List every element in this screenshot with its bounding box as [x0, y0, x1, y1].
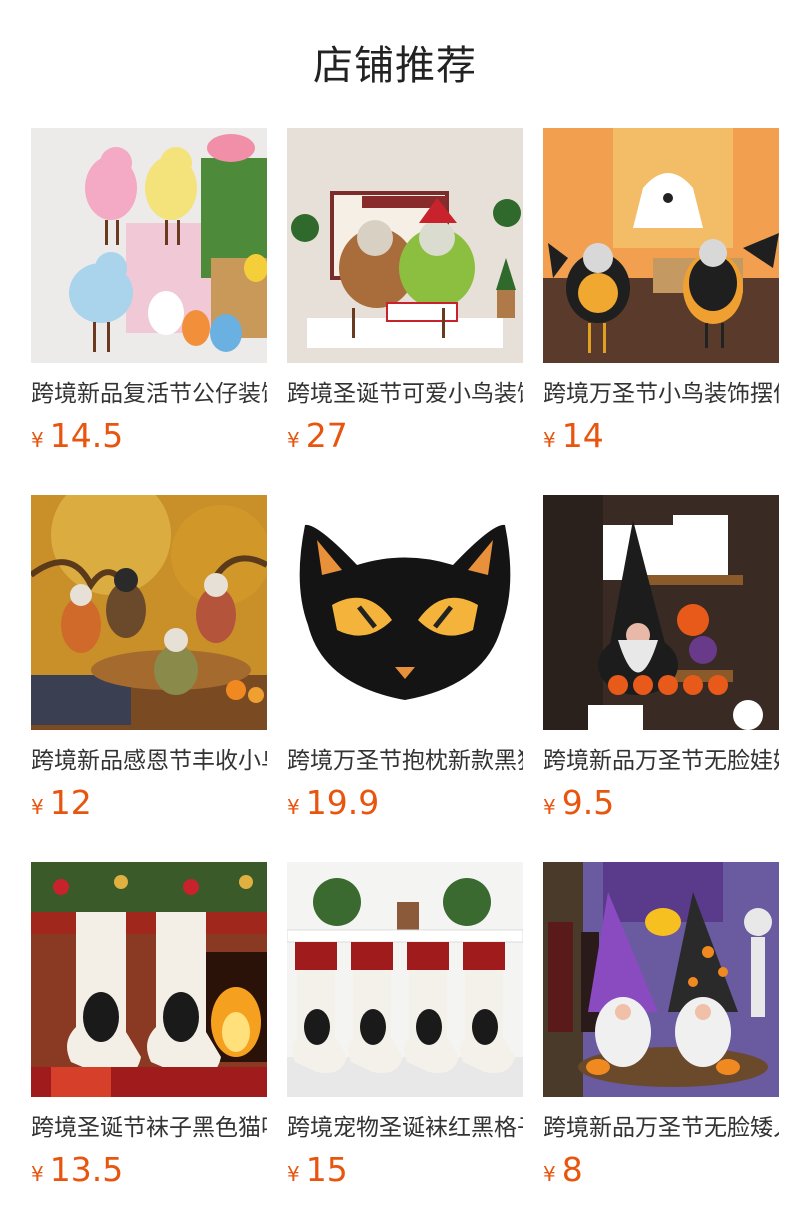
currency-symbol: ¥ [543, 1162, 556, 1186]
product-image-halloween-gnomes[interactable] [543, 862, 779, 1097]
product-name[interactable]: 跨境万圣节抱枕新款黑猫 [287, 745, 523, 779]
product-price: ¥19.9 [287, 783, 379, 823]
product-name[interactable]: 跨境圣诞节袜子黑色猫咪 [31, 1112, 267, 1146]
product-image-thanksgiving-birds[interactable] [31, 495, 267, 730]
product-name[interactable]: 跨境宠物圣诞袜红黑格子 [287, 1112, 523, 1146]
product-image-christmas-birds[interactable] [287, 128, 523, 363]
currency-symbol: ¥ [287, 428, 300, 452]
product-image-black-cat-pillow[interactable] [287, 495, 523, 730]
product-price: ¥27 [287, 416, 348, 456]
product-name[interactable]: 跨境万圣节小鸟装饰摆件 [543, 378, 779, 412]
price-value: 12 [49, 783, 92, 822]
product-image-halloween-gnome[interactable] [543, 495, 779, 730]
product-price: ¥9.5 [543, 783, 614, 823]
price-value: 13.5 [49, 1150, 124, 1189]
product-name[interactable]: 跨境新品万圣节无脸娃娃 [543, 745, 779, 779]
product-price: ¥15 [287, 1150, 348, 1190]
product-name[interactable]: 跨境新品感恩节丰收小鸟 [31, 745, 267, 779]
currency-symbol: ¥ [31, 795, 44, 819]
product-price: ¥14.5 [31, 416, 123, 456]
page-title: 店铺推荐 [313, 43, 477, 89]
product-price: ¥13.5 [31, 1150, 123, 1190]
product-image-pet-stockings[interactable] [287, 862, 523, 1097]
currency-symbol: ¥ [287, 795, 300, 819]
currency-symbol: ¥ [543, 428, 556, 452]
product-card[interactable]: 跨境圣诞节袜子黑色猫咪 ¥13.5 [31, 862, 267, 1202]
product-price: ¥12 [31, 783, 92, 823]
product-card[interactable]: 跨境圣诞节可爱小鸟装饰 ¥27 [287, 128, 523, 468]
product-card[interactable]: 跨境新品万圣节无脸娃娃 ¥9.5 [543, 495, 779, 835]
product-price: ¥8 [543, 1150, 583, 1190]
currency-symbol: ¥ [31, 1162, 44, 1186]
product-name[interactable]: 跨境新品复活节公仔装饰 [31, 378, 267, 412]
price-value: 27 [305, 416, 348, 455]
product-card[interactable]: 跨境万圣节抱枕新款黑猫 ¥19.9 [287, 495, 523, 835]
price-value: 19.9 [305, 783, 380, 822]
price-value: 8 [561, 1150, 583, 1189]
product-card[interactable]: 跨境新品万圣节无脸矮人 ¥8 [543, 862, 779, 1202]
product-card[interactable]: 跨境新品复活节公仔装饰 ¥14.5 [31, 128, 267, 468]
price-value: 14 [561, 416, 604, 455]
product-card[interactable]: 跨境新品感恩节丰收小鸟 ¥12 [31, 495, 267, 835]
price-value: 15 [305, 1150, 348, 1189]
product-image-christmas-stockings[interactable] [31, 862, 267, 1097]
currency-symbol: ¥ [287, 1162, 300, 1186]
currency-symbol: ¥ [31, 428, 44, 452]
product-name[interactable]: 跨境新品万圣节无脸矮人 [543, 1112, 779, 1146]
price-value: 9.5 [561, 783, 615, 822]
product-card[interactable]: 跨境宠物圣诞袜红黑格子 ¥15 [287, 862, 523, 1202]
price-value: 14.5 [49, 416, 124, 455]
currency-symbol: ¥ [543, 795, 556, 819]
product-image-easter-birds[interactable] [31, 128, 267, 363]
product-price: ¥14 [543, 416, 604, 456]
product-image-halloween-birds[interactable] [543, 128, 779, 363]
product-card[interactable]: 跨境万圣节小鸟装饰摆件 ¥14 [543, 128, 779, 468]
product-name[interactable]: 跨境圣诞节可爱小鸟装饰 [287, 378, 523, 412]
